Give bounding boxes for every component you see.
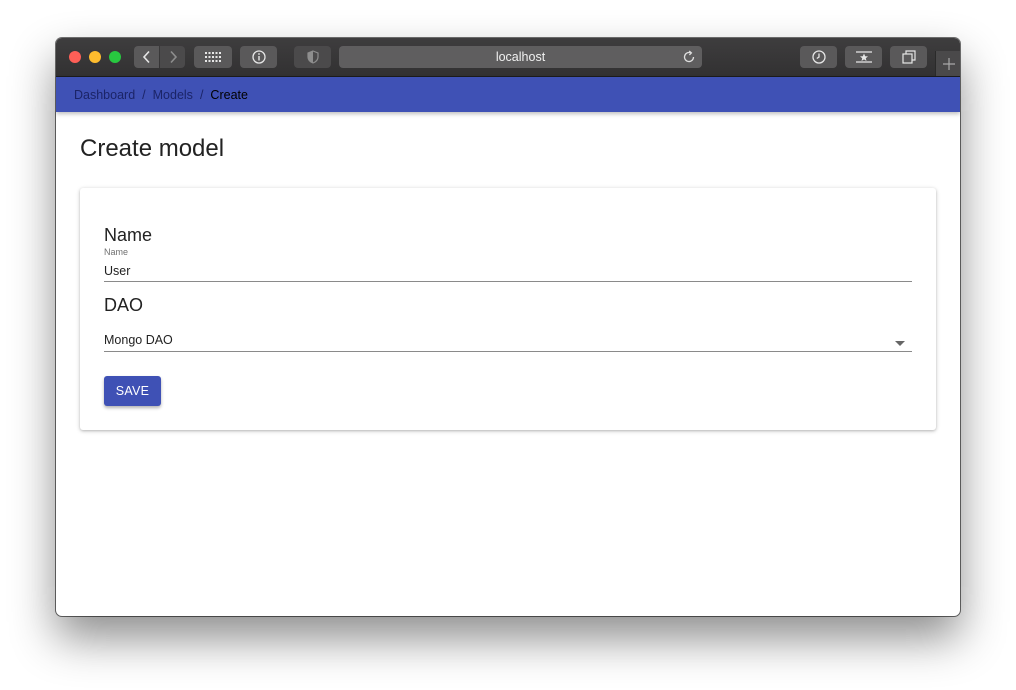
breadcrumb: Dashboard / Models / Create bbox=[56, 77, 960, 112]
tab-overview-button[interactable] bbox=[890, 46, 927, 68]
name-input[interactable] bbox=[104, 261, 912, 282]
browser-window: localhost Dashboard / Models / Create Cr… bbox=[56, 38, 960, 616]
browser-toolbar: localhost bbox=[56, 38, 960, 77]
model-form-card: Name Name DAO Mongo DAO SAVE bbox=[80, 188, 936, 430]
plus-icon bbox=[942, 57, 955, 70]
breadcrumb-models-link[interactable]: Models bbox=[153, 88, 193, 102]
page-title: Create model bbox=[80, 135, 225, 162]
minimize-window-button[interactable] bbox=[89, 51, 101, 63]
forward-button[interactable] bbox=[160, 46, 185, 68]
save-button[interactable]: SAVE bbox=[104, 376, 161, 406]
grid-icon bbox=[205, 52, 221, 62]
breadcrumb-current: Create bbox=[210, 87, 248, 102]
top-sites-button[interactable] bbox=[194, 46, 232, 68]
privacy-button[interactable] bbox=[294, 46, 331, 68]
breadcrumb-dashboard-link[interactable]: Dashboard bbox=[74, 88, 135, 102]
caret-down-icon bbox=[895, 341, 905, 346]
chevron-right-icon bbox=[169, 50, 177, 64]
reload-button[interactable] bbox=[682, 50, 696, 67]
new-tab-button[interactable] bbox=[935, 51, 960, 76]
back-button[interactable] bbox=[134, 46, 159, 68]
reload-icon bbox=[683, 50, 695, 63]
dao-select-value: Mongo DAO bbox=[104, 333, 173, 347]
info-button[interactable] bbox=[240, 46, 277, 68]
clock-icon bbox=[811, 50, 826, 64]
info-icon bbox=[251, 50, 266, 64]
dao-select[interactable]: Mongo DAO bbox=[104, 331, 912, 352]
bookmarks-button[interactable] bbox=[845, 46, 882, 68]
dao-heading: DAO bbox=[104, 295, 144, 315]
breadcrumb-separator: / bbox=[142, 87, 146, 102]
close-window-button[interactable] bbox=[69, 51, 81, 63]
name-heading: Name bbox=[104, 225, 153, 245]
address-bar[interactable]: localhost bbox=[339, 46, 702, 68]
chevron-left-icon bbox=[142, 50, 150, 64]
tabs-icon bbox=[901, 50, 916, 64]
history-button[interactable] bbox=[800, 46, 837, 68]
url-text: localhost bbox=[495, 50, 546, 64]
name-field-label: Name bbox=[104, 247, 129, 257]
shield-icon bbox=[306, 50, 319, 64]
breadcrumb-separator: / bbox=[199, 87, 204, 102]
bookmark-star-icon bbox=[855, 51, 872, 63]
maximize-window-button[interactable] bbox=[109, 51, 121, 63]
